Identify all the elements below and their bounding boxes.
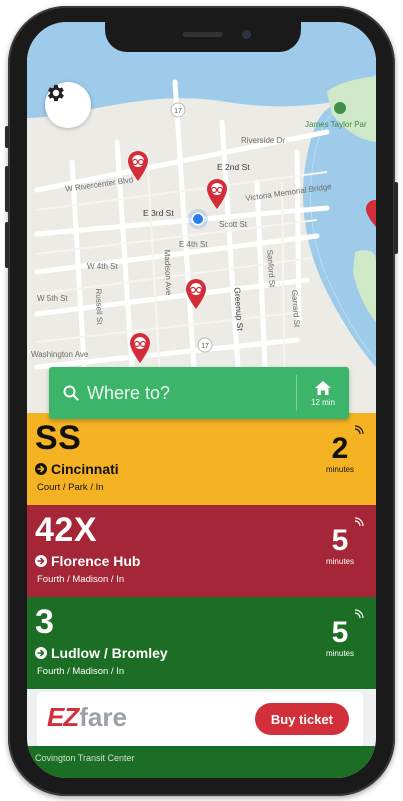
search-placeholder: Where to? (87, 382, 171, 403)
where-to-bar[interactable]: Where to? 12 min (49, 367, 349, 419)
route-destination: Florence Hub (35, 553, 140, 569)
ezfare-logo: EZ fare (47, 702, 127, 733)
route-destination: Ludlow / Bromley (35, 645, 168, 661)
arrival-time: 2 minutes (320, 432, 360, 475)
home-travel-time: 12 min (310, 397, 335, 407)
stop-name: Fourth / Madison / In (37, 574, 125, 585)
stop-name: Covington Transit Center (35, 753, 135, 763)
street-label: Scott St (219, 220, 248, 229)
arrival-card[interactable]: 42X Florence Hub Fourth / Madison / In 5… (27, 505, 376, 597)
app-screen: 17 17 Riverside Dr E 2nd St W Rivercente… (27, 22, 376, 778)
destination-label: Florence Hub (51, 553, 141, 569)
ezfare-logo-fare: fare (79, 702, 127, 732)
bike-share-marker[interactable] (365, 200, 376, 228)
current-location-dot (188, 209, 208, 229)
street-label: Washington Ave (31, 350, 89, 359)
home-shortcut-button[interactable]: 12 min (297, 367, 349, 419)
buy-ticket-button[interactable]: Buy ticket (254, 703, 349, 735)
arrival-card[interactable]: 3 Ludlow / Bromley Fourth / Madison / In… (27, 597, 376, 689)
street-label: Russell St (93, 288, 105, 325)
park-label: James Taylor Par (305, 120, 367, 129)
bike-share-marker[interactable] (126, 150, 150, 182)
street-label: Madison Ave (162, 249, 174, 296)
minutes-value: 5 (331, 616, 349, 649)
minutes-label: minutes (325, 649, 354, 658)
destination-label: Cincinnati (51, 461, 119, 477)
street-label: E 2nd St (217, 162, 250, 172)
svg-text:17: 17 (201, 343, 209, 350)
search-icon (63, 385, 79, 401)
arrival-time: 5 minutes (320, 616, 360, 659)
svg-text:17: 17 (174, 108, 182, 115)
map-view[interactable]: 17 17 Riverside Dr E 2nd St W Rivercente… (27, 22, 376, 414)
arrow-right-circle-icon (35, 463, 47, 475)
minutes-value: 5 (331, 524, 349, 557)
stop-name: Court / Park / In (37, 482, 104, 493)
arrival-time: 5 minutes (320, 524, 360, 567)
route-number: SS (35, 419, 82, 457)
destination-label: Ludlow / Bromley (51, 645, 168, 661)
minutes-label: minutes (325, 557, 354, 566)
street-label: W 5th St (37, 294, 68, 303)
street-label: Riverside Dr (241, 136, 286, 145)
stop-name: Fourth / Madison / In (37, 666, 125, 677)
home-icon (315, 380, 331, 395)
route-destination: Cincinnati (35, 461, 119, 477)
street-label: E 4th St (179, 240, 208, 249)
street-label: E 3rd St (143, 208, 174, 218)
phone-notch (105, 22, 301, 52)
ezfare-banner[interactable]: EZ fare Buy ticket (37, 692, 363, 746)
bike-share-marker[interactable] (184, 278, 208, 310)
search-field[interactable]: Where to? (49, 367, 296, 419)
street-label: W 4th St (87, 262, 118, 271)
arrow-right-circle-icon (35, 555, 47, 567)
route-number: 3 (35, 603, 55, 641)
minutes-value: 2 (331, 432, 349, 465)
gear-icon (48, 84, 64, 102)
route-number: 42X (35, 511, 97, 549)
ezfare-logo-ez: EZ (47, 702, 79, 732)
minutes-label: minutes (325, 465, 354, 474)
arrival-card[interactable]: SS Cincinnati Court / Park / In 2 minute… (27, 413, 376, 505)
bike-share-marker[interactable] (205, 178, 229, 210)
settings-button[interactable] (45, 82, 91, 128)
arrow-right-circle-icon (35, 647, 47, 659)
bike-share-marker[interactable] (128, 332, 152, 364)
